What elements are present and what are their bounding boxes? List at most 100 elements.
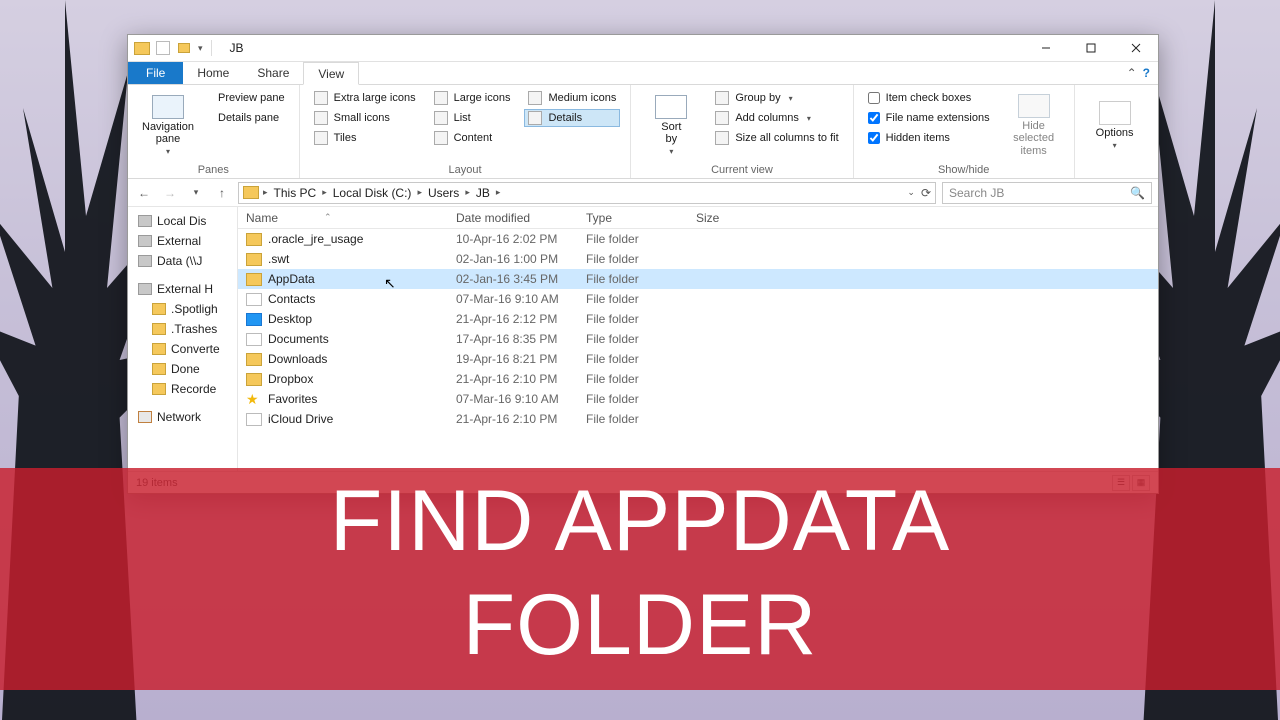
breadcrumb-users[interactable]: Users [424,186,463,200]
search-placeholder: Search JB [949,186,1004,200]
folder-icon [152,303,166,315]
current-view-group-label: Current view [641,162,842,176]
tab-share[interactable]: Share [243,62,303,84]
folder-icon [152,363,166,375]
folder-icon [152,323,166,335]
col-type[interactable]: Type [578,211,688,225]
chevron-right-icon[interactable]: ▸ [263,187,268,198]
size-all-columns-button[interactable]: Size all columns to fit [711,129,842,147]
qat-newfolder-icon[interactable] [176,40,192,56]
breadcrumb-jb[interactable]: JB [472,186,494,200]
nav-item[interactable]: External H [128,279,237,299]
qat-dropdown-icon[interactable]: ▾ [198,43,203,54]
file-extensions-toggle[interactable]: File name extensions [864,109,994,127]
nav-item[interactable]: Network [128,407,237,427]
table-row[interactable]: Desktop21-Apr-16 2:12 PMFile folder [238,309,1158,329]
qat-properties-icon[interactable] [156,41,170,55]
nav-item[interactable]: .Spotligh [128,299,237,319]
addr-folder-icon [243,186,259,199]
item-checkboxes-toggle[interactable]: Item check boxes [864,89,994,107]
layout-small[interactable]: Small icons [310,109,420,127]
col-date[interactable]: Date modified [448,211,578,225]
options-button[interactable]: Options ▾ [1085,89,1145,162]
table-row[interactable]: iCloud Drive21-Apr-16 2:10 PMFile folder [238,409,1158,429]
file-list[interactable]: Name⌃ Date modified Type Size .oracle_jr… [238,207,1158,471]
navigation-pane[interactable]: Local DisExternalData (\\J External H.Spo… [128,207,238,471]
table-row[interactable]: AppData02-Jan-16 3:45 PMFile folder [238,269,1158,289]
layout-medium[interactable]: Medium icons [524,89,620,107]
nav-item[interactable]: .Trashes [128,319,237,339]
table-row[interactable]: ★Favorites07-Mar-16 9:10 AMFile folder [238,389,1158,409]
nav-recent-button[interactable]: ▾ [186,183,206,203]
hidden-items-toggle[interactable]: Hidden items [864,129,994,147]
layout-list[interactable]: List [430,109,515,127]
search-icon[interactable]: 🔍 [1130,186,1145,200]
refresh-icon[interactable]: ⟳ [921,186,931,200]
col-name[interactable]: Name [246,211,278,225]
nav-item[interactable]: Recorde [128,379,237,399]
maximize-button[interactable] [1068,35,1113,62]
table-row[interactable]: Downloads19-Apr-16 8:21 PMFile folder [238,349,1158,369]
address-bar-row: ← → ▾ ↑ ▸ This PC▸ Local Disk (C:)▸ User… [128,179,1158,207]
col-size[interactable]: Size [688,211,768,225]
title-bar: ▾ JB [128,35,1158,62]
showhide-group-label: Show/hide [864,162,1064,176]
table-row[interactable]: .swt02-Jan-16 1:00 PMFile folder [238,249,1158,269]
nav-item[interactable]: Done [128,359,237,379]
file-explorer-window: ▾ JB File Home Share View ⌃ ? [127,34,1159,494]
column-headers[interactable]: Name⌃ Date modified Type Size [238,207,1158,229]
search-box[interactable]: Search JB 🔍 [942,182,1152,204]
folder-icon [246,253,262,266]
table-row[interactable]: Dropbox21-Apr-16 2:10 PMFile folder [238,369,1158,389]
layout-group-label: Layout [310,162,621,176]
table-row[interactable]: Contacts07-Mar-16 9:10 AMFile folder [238,289,1158,309]
desktop-icon [246,313,262,326]
drive-icon [138,255,152,267]
menu-row: File Home Share View ⌃ ? [128,62,1158,85]
nav-back-button[interactable]: ← [134,183,154,203]
help-icon[interactable]: ? [1143,66,1150,80]
nav-forward-button[interactable]: → [160,183,180,203]
layout-details[interactable]: Details [524,109,620,127]
folder-icon [152,343,166,355]
table-row[interactable]: Documents17-Apr-16 8:35 PMFile folder [238,329,1158,349]
navigation-pane-button[interactable]: Navigation pane ▾ [138,89,198,162]
group-by-button[interactable]: Group by▾ [711,89,842,107]
ribbon-view: Navigation pane ▾ Preview pane Details p… [128,85,1158,179]
ribbon-collapse-icon[interactable]: ⌃ [1127,66,1137,80]
window-title: JB [220,41,254,55]
hide-selected-button[interactable]: Hide selected items [1004,89,1064,162]
nav-item[interactable]: Converte [128,339,237,359]
network-icon [138,411,152,423]
tab-file[interactable]: File [128,62,183,84]
folder-icon [152,383,166,395]
minimize-button[interactable] [1023,35,1068,62]
nav-up-button[interactable]: ↑ [212,183,232,203]
folder-icon [246,373,262,386]
breadcrumb-this-pc[interactable]: This PC [270,186,321,200]
tab-view[interactable]: View [303,62,359,85]
nav-item[interactable]: Local Dis [128,211,237,231]
layout-large[interactable]: Large icons [430,89,515,107]
document-icon [246,293,262,306]
cloud-icon [246,413,262,426]
add-columns-button[interactable]: Add columns▾ [711,109,842,127]
app-icon [134,40,150,56]
overlay-text: FIND APPDATA FOLDER [0,472,1280,668]
address-bar[interactable]: ▸ This PC▸ Local Disk (C:)▸ Users▸ JB▸ ⌄… [238,182,936,204]
tab-home[interactable]: Home [183,62,243,84]
document-icon [246,333,262,346]
layout-tiles[interactable]: Tiles [310,129,420,147]
preview-pane-toggle[interactable]: Preview pane [208,89,289,107]
details-pane-toggle[interactable]: Details pane [208,109,289,127]
breadcrumb-localdisk[interactable]: Local Disk (C:) [329,186,416,200]
table-row[interactable]: .oracle_jre_usage10-Apr-16 2:02 PMFile f… [238,229,1158,249]
sort-by-button[interactable]: Sort by ▾ [641,89,701,162]
drive-icon [138,283,152,295]
layout-content[interactable]: Content [430,129,515,147]
nav-item[interactable]: Data (\\J [128,251,237,271]
close-button[interactable] [1113,35,1158,62]
layout-extra-large[interactable]: Extra large icons [310,89,420,107]
addr-dropdown-icon[interactable]: ⌄ [907,187,915,198]
nav-item[interactable]: External [128,231,237,251]
